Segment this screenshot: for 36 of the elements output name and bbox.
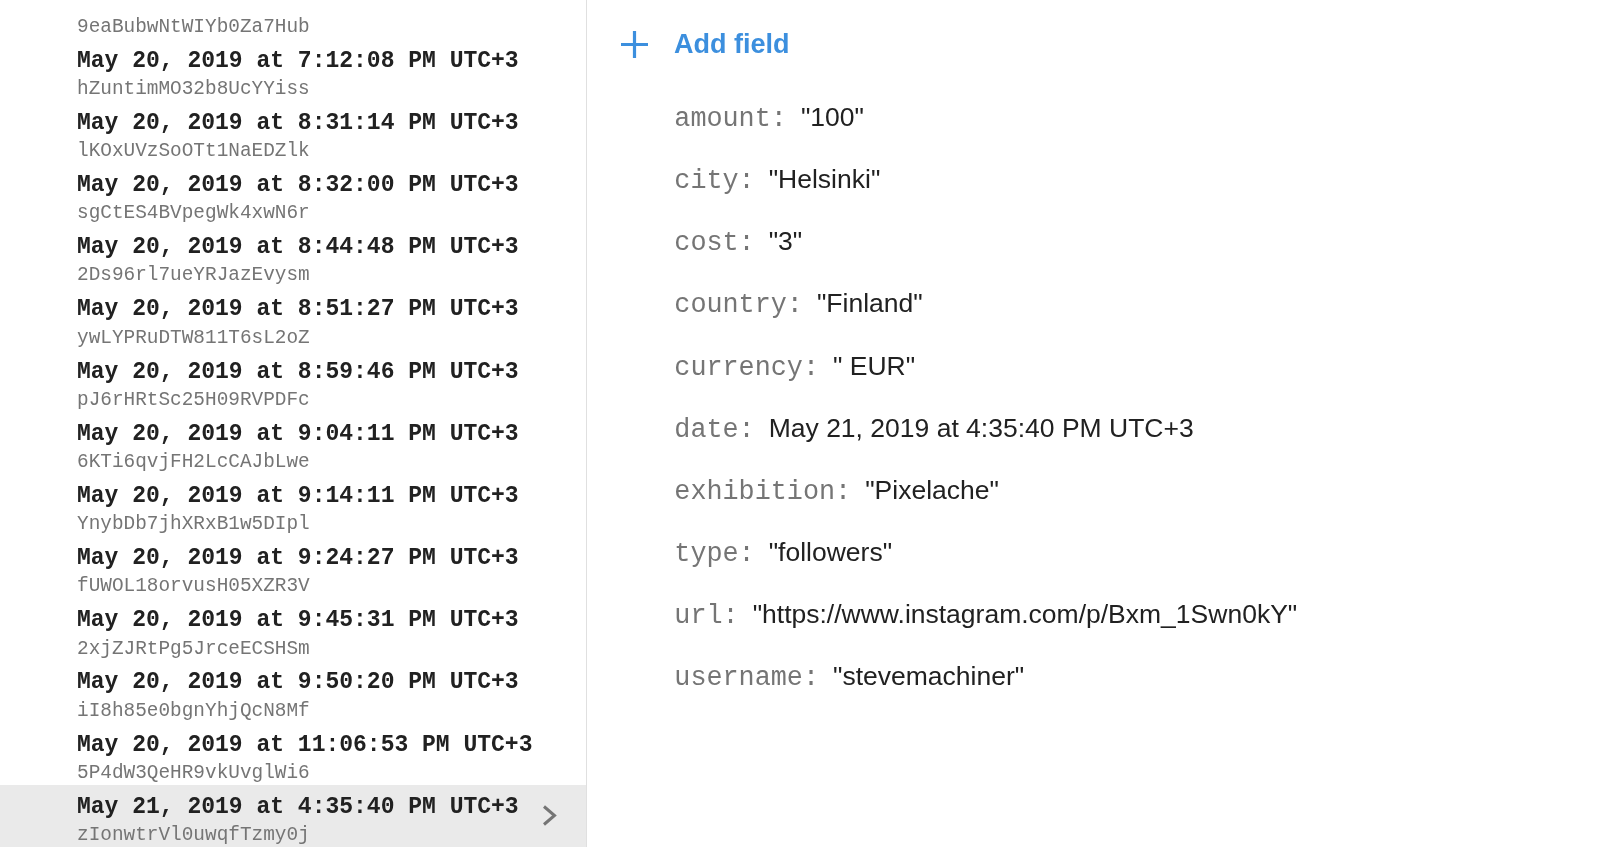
field-value: "Helsinki" bbox=[768, 162, 881, 196]
field-key: username: bbox=[674, 660, 820, 697]
field-value: "Pixelache" bbox=[865, 473, 999, 507]
field-key: currency: bbox=[674, 349, 820, 386]
document-list-item[interactable]: May 20, 2019 at 8:31:14 PM UTC+3 lKOxUVzSoOTt1NaEDZlk bbox=[0, 100, 586, 163]
field-key: city: bbox=[674, 162, 755, 199]
document-list-item[interactable]: May 20, 2019 at 9:45:31 PM UTC+3 2xjZJRtPg5JrceECSHSm bbox=[0, 598, 586, 661]
field-value: May 21, 2019 at 4:35:40 PM UTC+3 bbox=[768, 411, 1194, 445]
field-value: "stevemachiner" bbox=[833, 660, 1025, 694]
field-key: date: bbox=[674, 411, 755, 448]
chevron-right-icon bbox=[542, 805, 557, 827]
document-list-item[interactable]: May 21, 2019 at 4:35:40 PM UTC+3 zIonwtrVl0uwqfTzmy0j bbox=[0, 784, 586, 847]
document-list-item[interactable]: 9eaBubwNtWIYb0Za7Hub bbox=[0, 0, 586, 39]
field-value: " EUR" bbox=[833, 349, 916, 383]
field-key: amount: bbox=[674, 100, 787, 137]
field-value: "followers" bbox=[768, 536, 893, 570]
document-list-item[interactable]: May 20, 2019 at 9:04:11 PM UTC+3 6KTi6qvjFH2LcCAJbLwe bbox=[0, 411, 586, 474]
document-list-item[interactable]: May 20, 2019 at 8:44:48 PM UTC+3 2Ds96rl7ueYRJazEvysm bbox=[0, 225, 586, 288]
field-key: cost: bbox=[674, 225, 755, 262]
field-value: "3" bbox=[768, 225, 803, 259]
field-key: type: bbox=[674, 536, 755, 573]
field-key: url: bbox=[674, 598, 739, 635]
document-list-item[interactable]: May 20, 2019 at 9:50:20 PM UTC+3 iI8h85e0bgnYhjQcN8Mf bbox=[0, 660, 586, 723]
document-list-item[interactable]: May 20, 2019 at 8:59:46 PM UTC+3 pJ6rHRtSc25H09RVPDFc bbox=[0, 349, 586, 412]
plus-icon bbox=[621, 30, 648, 58]
document-list-item[interactable]: May 20, 2019 at 11:06:53 PM UTC+3 5P4dW3QeHR9vkUvglWi6 bbox=[0, 722, 586, 785]
field-value: "Finland" bbox=[816, 287, 923, 321]
document-list-item[interactable]: May 20, 2019 at 7:12:08 PM UTC+3 hZuntimMO32b8UcYYiss bbox=[0, 38, 586, 101]
field-value: "100" bbox=[800, 100, 864, 134]
field-value: "https://www.instagram.com/p/Bxm_1Swn0kY" bbox=[752, 598, 1298, 632]
document-list-item[interactable]: May 20, 2019 at 8:32:00 PM UTC+3 sgCtES4BVpegWk4xwN6r bbox=[0, 162, 586, 226]
field-key: country: bbox=[674, 287, 803, 324]
document-list-item[interactable]: May 20, 2019 at 8:51:27 PM UTC+3 ywLYPRuDTW811T6sL2oZ bbox=[0, 287, 586, 350]
document-list-item[interactable]: May 20, 2019 at 9:14:11 PM UTC+3 YnybDb7jhXRxB1w5DIpl bbox=[0, 473, 586, 537]
field-key: exhibition: bbox=[674, 473, 852, 510]
document-list-item[interactable]: May 20, 2019 at 9:24:27 PM UTC+3 fUWOL18orvusH05XZR3V bbox=[0, 536, 586, 599]
